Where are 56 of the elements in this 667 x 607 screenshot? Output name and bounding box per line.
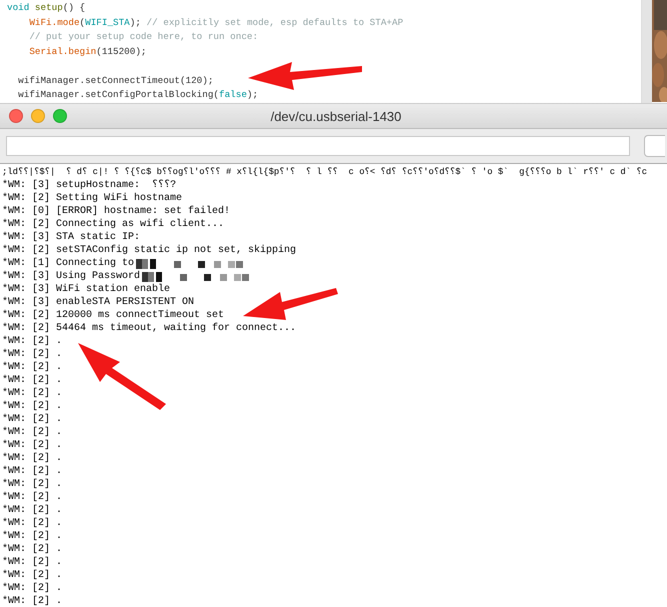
console-line: *WM: [3] enableSTA PERSISTENT ON bbox=[2, 296, 194, 309]
console-line: *WM: [2] . bbox=[2, 543, 62, 556]
console-line: *WM: [1] Connecting to bbox=[2, 257, 134, 270]
console-line: *WM: [2] . bbox=[2, 400, 62, 413]
console-line: *WM: [2] . bbox=[2, 335, 62, 348]
code-token: setup bbox=[34, 2, 63, 13]
console-line: *WM: [2] . bbox=[2, 348, 62, 361]
console-line: *WM: [2] 120000 ms connectTimeout set bbox=[2, 309, 224, 322]
console-line: *WM: [2] . bbox=[2, 530, 62, 543]
console-line: *WM: [3] WiFi station enable bbox=[2, 283, 170, 296]
scrollbar[interactable] bbox=[641, 0, 652, 103]
code-token: ); bbox=[130, 16, 142, 28]
code-token: () { bbox=[62, 2, 86, 13]
console-line: *WM: [2] . bbox=[2, 517, 62, 530]
console-line: *WM: [2] setSTAConfig static ip not set, skipping bbox=[2, 244, 296, 257]
console-line: *WM: [2] 54464 ms timeout, waiting for connect... bbox=[2, 322, 296, 335]
console-line: *WM: [3] setupHostname: ⸮⸮⸮? bbox=[2, 179, 176, 192]
console-line: *WM: [2] . bbox=[2, 361, 62, 374]
console-line: *WM: [2] . bbox=[2, 478, 62, 491]
console-line: *WM: [2] . bbox=[2, 413, 62, 426]
console-line: *WM: [2] . bbox=[2, 595, 62, 607]
close-button[interactable] bbox=[9, 109, 23, 123]
code-token: WIFI_STA bbox=[85, 16, 130, 28]
console-line: *WM: [2] . bbox=[2, 374, 62, 387]
console-line: *WM: [2] . bbox=[2, 452, 62, 465]
code-token: false bbox=[219, 89, 247, 100]
code-token: (115200); bbox=[96, 46, 146, 56]
console-line: ;ld⸮⸮|⸮$⸮| ⸮ d⸮ c|! ⸮ ⸮{⸮c$ b⸮⸮og⸮l'o⸮⸮⸮ # x⸮l{l{$p⸮'⸮ ⸮ l ⸮⸮ c o⸮< ⸮d⸮ ⸮c⸮⸮'o⸮d⸮⸮$` ⸮ 'o $` g{⸮⸮⸮o b l` r⸮⸮' c d` ⸮c bbox=[2, 166, 648, 179]
console-line: *WM: [2] . bbox=[2, 569, 62, 582]
minimize-button[interactable] bbox=[31, 109, 45, 123]
code-token: Serial.begin bbox=[29, 46, 96, 56]
console-line: *WM: [0] [ERROR] hostname: set failed! bbox=[2, 205, 230, 218]
code-token: void bbox=[7, 2, 30, 13]
zoom-button[interactable] bbox=[53, 109, 67, 123]
send-button[interactable] bbox=[644, 135, 665, 157]
code-token: ); bbox=[246, 89, 258, 100]
console-line: *WM: [3] Using Password bbox=[2, 270, 140, 283]
console-line: *WM: [2] . bbox=[2, 465, 62, 478]
console-line: *WM: [2] . bbox=[2, 439, 62, 452]
input-field[interactable] bbox=[6, 136, 630, 156]
console-line: *WM: [3] STA static IP: bbox=[2, 231, 140, 244]
window-title: /dev/cu.usbserial-1430 bbox=[270, 108, 402, 124]
console-line: *WM: [2] . bbox=[2, 582, 62, 595]
console-line: *WM: [2] Setting WiFi hostname bbox=[2, 192, 182, 205]
code-token: WiFi.mode bbox=[29, 16, 80, 28]
code-token: ( bbox=[80, 16, 86, 28]
console-line: *WM: [2] . bbox=[2, 504, 62, 517]
console-line: *WM: [2] Connecting as wifi client... bbox=[2, 218, 224, 231]
console-line: *WM: [2] . bbox=[2, 491, 62, 504]
code-token: wifiManager.setConnectTimeout(120); bbox=[18, 74, 214, 86]
console-line: *WM: [2] . bbox=[2, 387, 62, 400]
code-token: // explicitly set mode, esp defaults to STA+AP bbox=[146, 16, 404, 28]
console-line: *WM: [2] . bbox=[2, 426, 62, 439]
console-line: *WM: [2] . bbox=[2, 556, 62, 569]
code-token: // put your setup code here, to run once: bbox=[29, 31, 258, 42]
code-token: wifiManager.setConfigPortalBlocking( bbox=[18, 89, 220, 100]
